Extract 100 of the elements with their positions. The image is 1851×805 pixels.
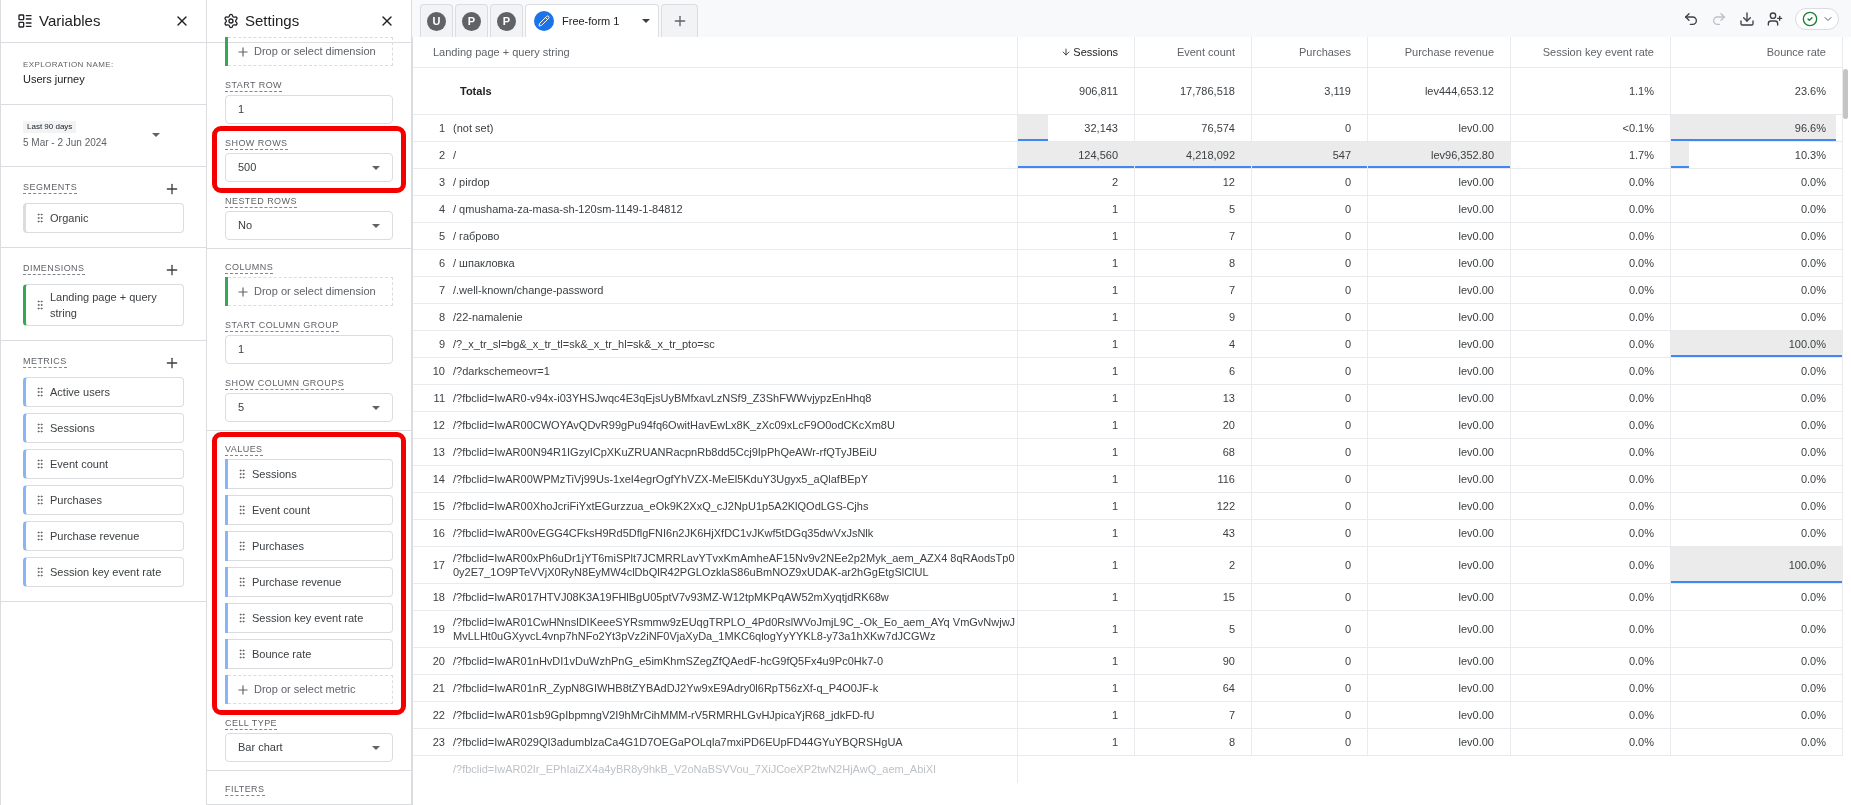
table-cell: 0.0%: [1511, 520, 1671, 546]
variable-chip[interactable]: Active users: [23, 376, 184, 407]
dropdown[interactable]: 500: [225, 153, 393, 182]
variable-chip[interactable]: Session key event rate: [23, 556, 184, 587]
table-cell: 1: [1018, 385, 1135, 411]
undo-icon[interactable]: [1683, 10, 1699, 27]
user-avatar[interactable]: P: [462, 11, 481, 31]
exploration-name[interactable]: Users jurney: [23, 71, 184, 88]
table-cell: 0.0%: [1511, 611, 1671, 647]
drop-zone[interactable]: Drop or select metric: [228, 675, 393, 704]
table-cell: lev0.00: [1368, 115, 1511, 141]
variable-chip[interactable]: Event count: [23, 448, 184, 479]
table-cell: /22-namalenie: [453, 310, 523, 324]
drop-zone[interactable]: Drop or select dimension: [228, 277, 393, 306]
row-number: 6: [438, 255, 445, 271]
section-label: COLUMNS: [225, 261, 274, 274]
table-cell: /?fbclid=IwAR01sb9GpIbpmngV2I9hMrCihMMM-rV5RMRHLGvHJpicaYjR68_jdkFD-fU: [453, 708, 875, 722]
table-cell: / qmushama-za-masa-sh-120sm-1149-1-84812: [453, 202, 683, 216]
user-avatar[interactable]: U: [427, 11, 446, 31]
table-cell: 0.0%: [1511, 439, 1671, 465]
exploration-tab[interactable]: Free-form 1: [525, 4, 659, 37]
row-number: 17: [432, 557, 445, 573]
table-cell: 13: [1135, 385, 1252, 411]
date-range-picker[interactable]: Last 90 days 5 Mar - 2 Jun 2024: [1, 104, 206, 167]
column-header[interactable]: Landing page + query string: [413, 37, 1018, 67]
section-label: SEGMENTS: [23, 180, 78, 194]
number-field[interactable]: 1: [225, 335, 393, 364]
table-cell: lev0.00: [1368, 250, 1511, 276]
table-cell: 8: [1135, 250, 1252, 276]
table-cell: lev0.00: [1368, 729, 1511, 755]
column-header[interactable]: Bounce rate: [1671, 37, 1843, 67]
table-cell: /?fbclid=IwAR00CWOYAvQDvR99gPu94fq6OwitHavEwLx8K_zXc09xLcF9O0odCKcXm8U: [453, 418, 895, 432]
user-avatar[interactable]: P: [497, 11, 516, 31]
table-cell: 90: [1135, 648, 1252, 674]
row-number: 5: [438, 228, 445, 244]
row-number: 1: [438, 120, 445, 136]
table-cell: /?fbclid=IwAR00vEGG4CFksH9Rd5DflgFNI6n2JK6HjXfDC1vJKwf5tDGq35dwVxJsNlk: [453, 526, 874, 540]
variable-chip[interactable]: Event count: [228, 495, 393, 525]
row-number: 9: [438, 336, 445, 352]
row-number: 18: [432, 589, 445, 605]
dropdown[interactable]: Bar chart: [225, 733, 393, 762]
table-cell: 0.0%: [1671, 584, 1843, 610]
table-cell: 1: [1018, 196, 1135, 222]
status-button[interactable]: [1795, 7, 1839, 30]
drag-handle-icon: [34, 493, 46, 506]
table-cell: lev0.00: [1368, 331, 1511, 357]
table-cell-text: /?fbclid=IwAR02Ir_EPhIaiZX4a4yBR8y9hkB_V2oNaBSVVou_7XiJCoeXP2twN2HjAwQ_aem_AbiXI: [453, 762, 937, 778]
variable-chip[interactable]: Organic: [23, 202, 184, 233]
variable-chip[interactable]: Landing page + query string: [23, 283, 184, 326]
table-cell: 0.0%: [1511, 358, 1671, 384]
table-cell: 100.0%: [1671, 547, 1843, 583]
table-cell: lev0.00: [1368, 196, 1511, 222]
table-cell: 43: [1135, 520, 1252, 546]
table-cell: 2: [1135, 547, 1252, 583]
dropdown[interactable]: No: [225, 211, 393, 240]
drag-handle-icon: [236, 540, 248, 552]
table-cell: 1: [1018, 466, 1135, 492]
table-cell: 1: [1018, 331, 1135, 357]
table-cell: 0.0%: [1671, 250, 1843, 276]
table-cell: lev0.00: [1368, 520, 1511, 546]
drag-handle-icon: [34, 385, 46, 398]
variable-chip[interactable]: Purchases: [23, 484, 184, 515]
column-header[interactable]: Sessions: [1018, 37, 1135, 67]
section-label: START ROW: [225, 79, 283, 92]
caret-icon: [642, 19, 650, 23]
download-icon[interactable]: [1739, 10, 1755, 27]
table-cell: 15: [1135, 584, 1252, 610]
table-cell: 0: [1252, 304, 1368, 330]
plus-icon: [236, 44, 250, 59]
drop-zone[interactable]: Drop or select dimension: [228, 37, 393, 66]
column-header[interactable]: Session key event rate: [1511, 37, 1671, 67]
table-cell: lev444,653.12: [1368, 68, 1511, 114]
variable-chip[interactable]: Sessions: [228, 459, 393, 489]
row-number: 19: [432, 621, 445, 637]
table-cell: lev0.00: [1368, 466, 1511, 492]
table-cell: 1: [1018, 675, 1135, 701]
drag-handle-icon: [34, 211, 46, 224]
row-number: 2: [438, 147, 445, 163]
column-header[interactable]: Purchase revenue: [1368, 37, 1511, 67]
table-cell: 0: [1252, 412, 1368, 438]
variable-chip[interactable]: Bounce rate: [228, 639, 393, 669]
share-icon[interactable]: [1767, 10, 1783, 27]
table-cell: 2: [1018, 169, 1135, 195]
table-cell: 1: [1018, 223, 1135, 249]
row-number: 20: [432, 653, 445, 669]
table-cell: 116: [1135, 466, 1252, 492]
add-tab-button[interactable]: [661, 4, 698, 37]
table-cell: 0.0%: [1511, 675, 1671, 701]
column-header[interactable]: Event count: [1135, 37, 1252, 67]
dropdown[interactable]: 5: [225, 393, 393, 422]
variable-chip[interactable]: Purchases: [228, 531, 393, 561]
number-field[interactable]: 1: [225, 95, 393, 124]
variable-chip[interactable]: Session key event rate: [228, 603, 393, 633]
column-header[interactable]: Purchases: [1252, 37, 1368, 67]
variable-chip[interactable]: Sessions: [23, 412, 184, 443]
plus-icon: [236, 284, 250, 299]
variable-chip[interactable]: Purchase revenue: [23, 520, 184, 551]
variable-chip[interactable]: Purchase revenue: [228, 567, 393, 597]
table-cell: 547: [1252, 142, 1368, 168]
table-cell: 0.0%: [1671, 611, 1843, 647]
